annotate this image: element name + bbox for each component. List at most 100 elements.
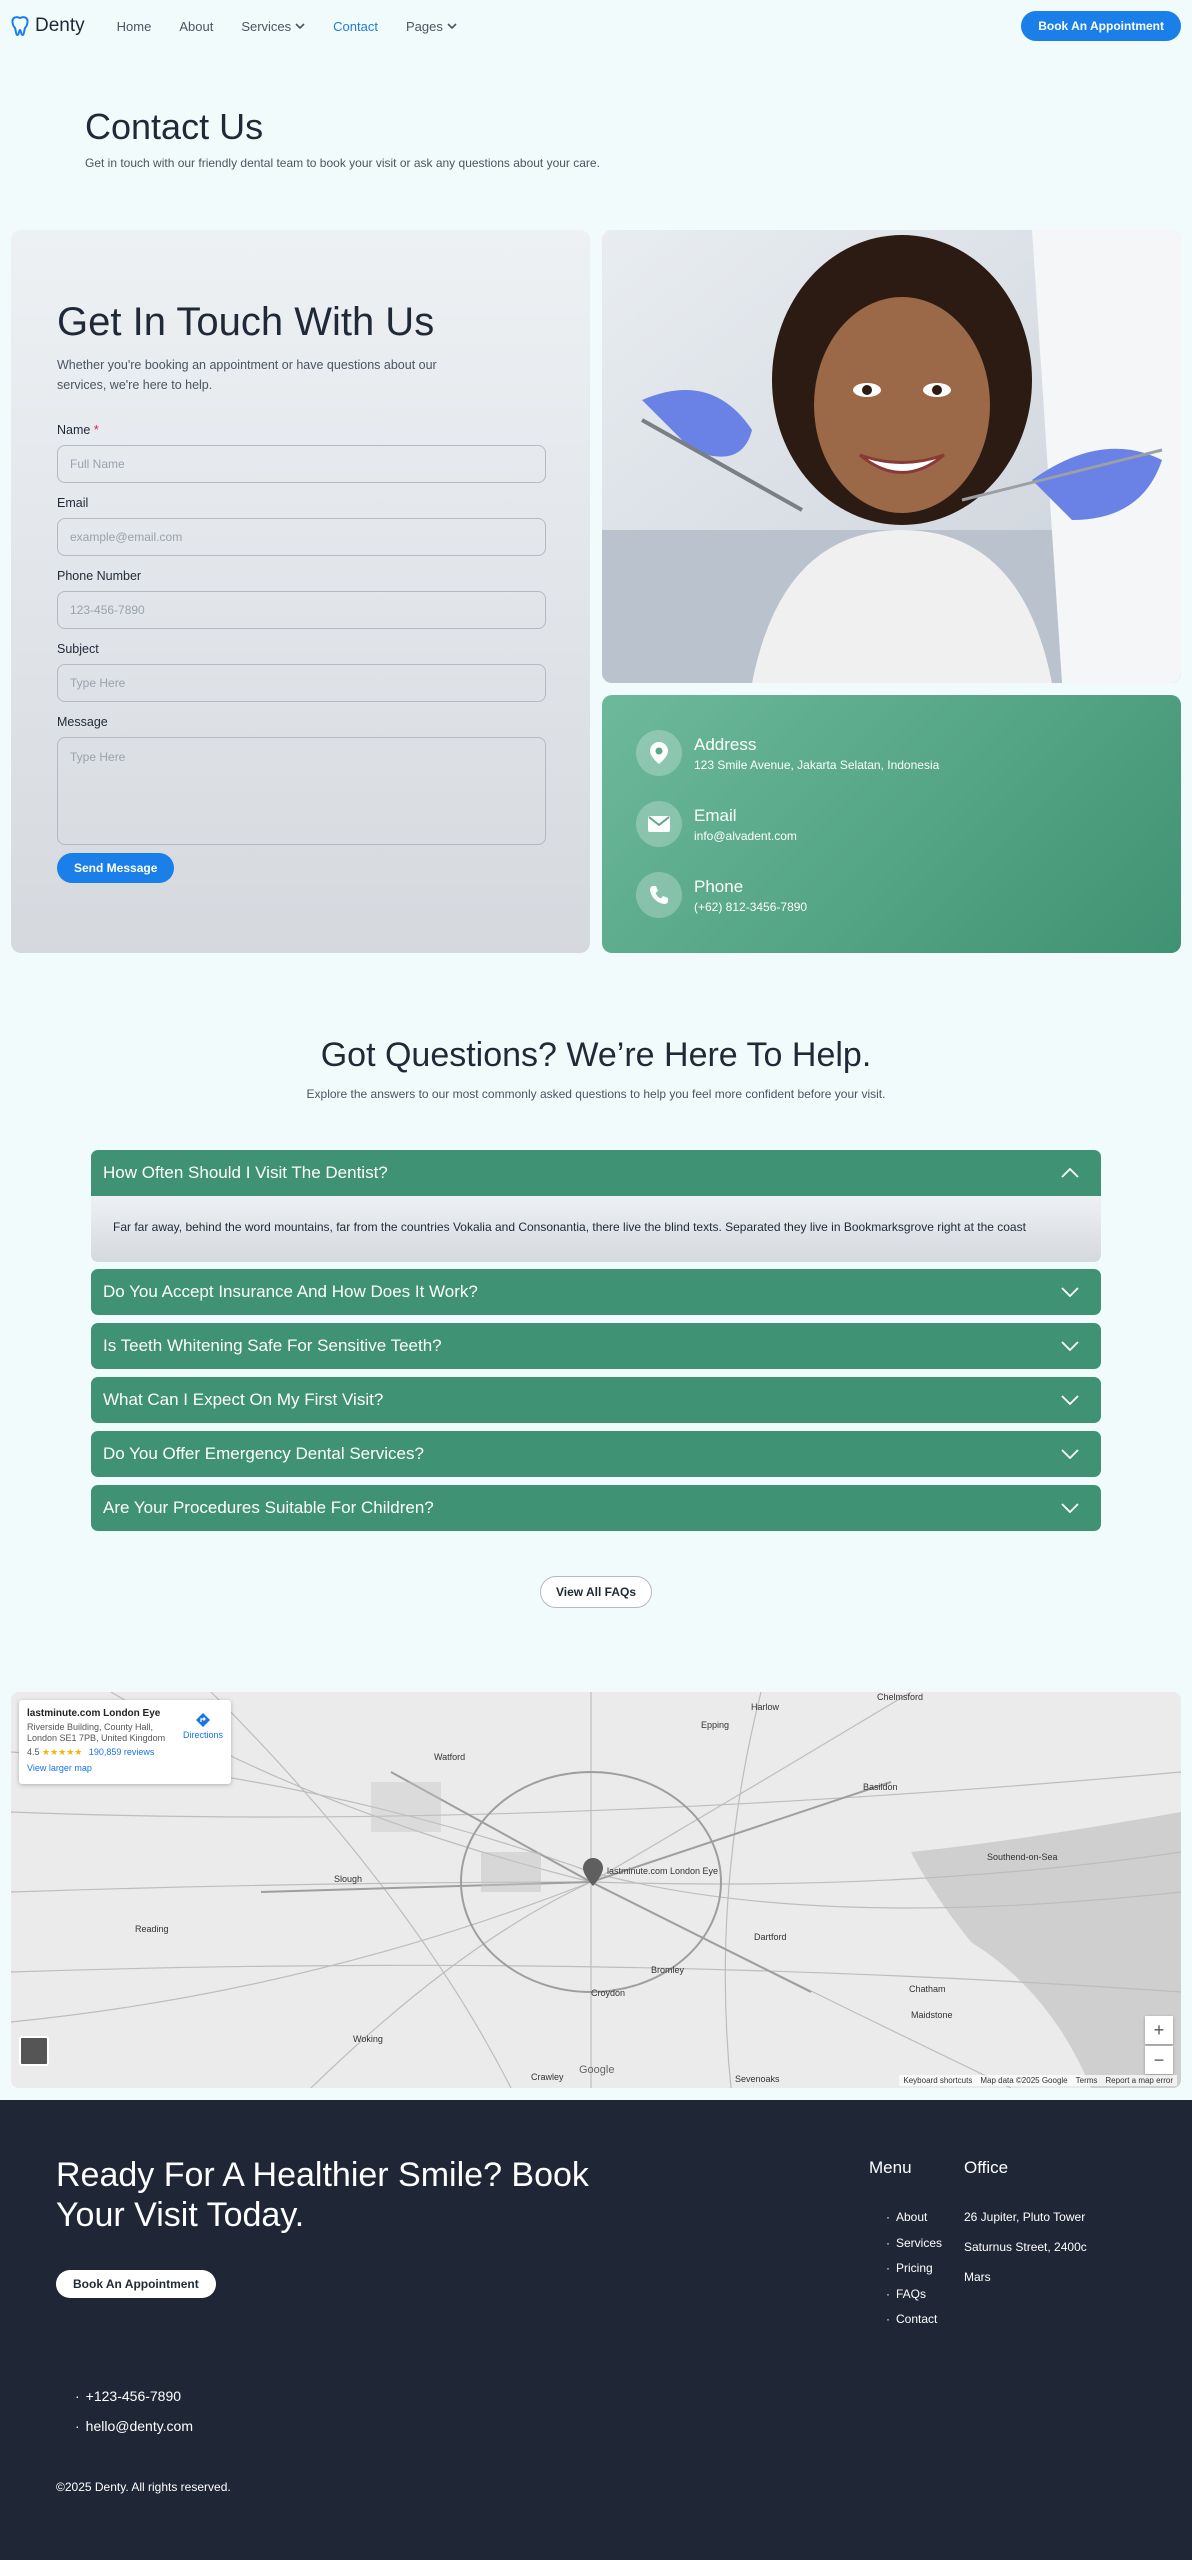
faq-item-4[interactable]: What Can I Expect On My First Visit? bbox=[91, 1377, 1101, 1423]
message-field-group: Message Type Here bbox=[57, 715, 546, 845]
faq-item-3[interactable]: Is Teeth Whitening Safe For Sensitive Te… bbox=[91, 1323, 1101, 1369]
phone-value[interactable]: (+62) 812-3456-7890 bbox=[694, 900, 807, 914]
name-input[interactable]: Full Name bbox=[57, 445, 546, 483]
phone-input[interactable]: 123-456-7890 bbox=[57, 591, 546, 629]
menu-title: Menu bbox=[869, 2158, 912, 2177]
office-line: Mars bbox=[964, 2270, 991, 2284]
contact-email: Email info@alvadent.com bbox=[636, 801, 797, 847]
contact-form-card: Get In Touch With Us Whether you're book… bbox=[11, 230, 590, 953]
map-label: Dartford bbox=[754, 1932, 787, 1942]
nav-about[interactable]: About bbox=[179, 19, 213, 34]
email-value[interactable]: info@alvadent.com bbox=[694, 829, 797, 843]
view-all-faqs-button[interactable]: View All FAQs bbox=[540, 1576, 652, 1608]
map-label: Epping bbox=[701, 1720, 730, 1730]
envelope-icon bbox=[636, 801, 682, 847]
contact-info-card: Address 123 Smile Avenue, Jakarta Selata… bbox=[602, 695, 1181, 953]
map-layer-toggle[interactable] bbox=[19, 2036, 49, 2066]
footer-heading: Ready For A Healthier Smile? Book Your V… bbox=[56, 2156, 589, 2234]
office-title: Office bbox=[964, 2158, 1009, 2177]
chevron-down-icon bbox=[1061, 1287, 1079, 1297]
map-label: Sevenoaks bbox=[735, 2074, 780, 2084]
faq-title: Got Questions? We’re Here To Help. bbox=[320, 1036, 872, 1074]
faq-item-5[interactable]: Do You Offer Emergency Dental Services? bbox=[91, 1431, 1101, 1477]
map-pin-label: lastminute.com London Eye bbox=[607, 1866, 719, 1876]
location-pin-icon bbox=[636, 730, 682, 776]
nav-contact[interactable]: Contact bbox=[333, 19, 378, 34]
copyright: ©2025 Denty. All rights reserved. bbox=[56, 2480, 231, 2494]
faq-question: What Can I Expect On My First Visit? bbox=[103, 1390, 384, 1409]
logo[interactable]: Denty bbox=[11, 15, 85, 37]
view-larger-map-link[interactable]: View larger map bbox=[27, 1763, 223, 1773]
subject-input[interactable]: Type Here bbox=[57, 664, 546, 702]
phone-label: Phone Number bbox=[57, 569, 142, 583]
subject-label: Subject bbox=[57, 642, 99, 656]
email-input[interactable]: example@email.com bbox=[57, 518, 546, 556]
nav-home[interactable]: Home bbox=[117, 19, 152, 34]
phone-field-group: Phone Number 123-456-7890 bbox=[57, 569, 546, 629]
zoom-in-button[interactable]: + bbox=[1145, 2016, 1173, 2044]
faq-question: How Often Should I Visit The Dentist? bbox=[103, 1163, 388, 1182]
send-message-button[interactable]: Send Message bbox=[57, 853, 175, 883]
map-label: Chatham bbox=[909, 1984, 946, 1994]
office-line: Saturnus Street, 2400c bbox=[964, 2240, 1087, 2254]
faq-question: Do You Offer Emergency Dental Services? bbox=[103, 1444, 424, 1463]
chevron-down-icon bbox=[1061, 1449, 1079, 1459]
map-place-card: lastminute.com London Eye Riverside Buil… bbox=[19, 1700, 231, 1784]
map-label: Basildon bbox=[863, 1782, 898, 1792]
email-label: Email bbox=[57, 496, 89, 510]
map-label: Crawley bbox=[531, 2072, 564, 2082]
faq-question: Is Teeth Whitening Safe For Sensitive Te… bbox=[103, 1336, 442, 1355]
map-label: Maidstone bbox=[911, 2010, 953, 2020]
keyboard-shortcuts-link[interactable]: Keyboard shortcuts bbox=[903, 2076, 972, 2085]
footer-link-about[interactable]: About bbox=[886, 2210, 942, 2236]
patient-photo bbox=[602, 230, 1181, 683]
footer-link-services[interactable]: Services bbox=[886, 2236, 942, 2262]
office-line: 26 Jupiter, Pluto Tower bbox=[964, 2210, 1086, 2224]
patient-illustration bbox=[602, 230, 1181, 683]
faq-item-1[interactable]: How Often Should I Visit The Dentist? bbox=[91, 1150, 1101, 1196]
faq-item-2[interactable]: Do You Accept Insurance And How Does It … bbox=[91, 1269, 1101, 1315]
message-textarea[interactable]: Type Here bbox=[57, 737, 546, 845]
footer-link-pricing[interactable]: Pricing bbox=[886, 2261, 942, 2287]
terms-link[interactable]: Terms bbox=[1076, 2076, 1098, 2085]
google-map[interactable]: lastminute.com London Eye Watford Slough… bbox=[11, 1692, 1181, 2088]
faq-item-6[interactable]: Are Your Procedures Suitable For Childre… bbox=[91, 1485, 1101, 1531]
google-logo: Google bbox=[579, 2064, 615, 2076]
footer-link-contact[interactable]: Contact bbox=[886, 2312, 942, 2338]
map-label: Slough bbox=[334, 1874, 363, 1884]
message-label: Message bbox=[57, 715, 108, 729]
footer-link-faqs[interactable]: FAQs bbox=[886, 2287, 942, 2313]
contact-phone: Phone (+62) 812-3456-7890 bbox=[636, 872, 807, 918]
map-label: Reading bbox=[135, 1924, 169, 1934]
subject-field-group: Subject Type Here bbox=[57, 642, 546, 702]
plus-icon: + bbox=[1153, 2019, 1165, 2040]
footer-book-appointment-button[interactable]: Book An Appointment bbox=[56, 2270, 216, 2298]
place-address: Riverside Building, County Hall, London … bbox=[27, 1722, 166, 1743]
form-title: Get In Touch With Us bbox=[57, 300, 435, 344]
footer-phone[interactable]: +123-456-7890 bbox=[75, 2388, 193, 2418]
chevron-down-icon bbox=[295, 22, 305, 29]
logo-text: Denty bbox=[35, 15, 85, 36]
directions-label: Directions bbox=[182, 1730, 223, 1740]
map-label: Bromley bbox=[651, 1965, 685, 1975]
directions-button[interactable]: Directions bbox=[183, 1712, 223, 1740]
map-label: Woking bbox=[353, 2034, 383, 2044]
footer-email[interactable]: hello@denty.com bbox=[75, 2418, 193, 2448]
phone-title: Phone bbox=[694, 876, 744, 896]
map-label: Croydon bbox=[591, 1988, 626, 1998]
chevron-down-icon bbox=[1061, 1341, 1079, 1351]
name-label: Name * bbox=[57, 423, 99, 437]
email-field-group: Email example@email.com bbox=[57, 496, 546, 556]
nav-pages[interactable]: Pages bbox=[406, 19, 457, 34]
footer-menu: About Services Pricing FAQs Contact bbox=[886, 2210, 942, 2338]
faq-question: Do You Accept Insurance And How Does It … bbox=[103, 1282, 478, 1301]
map-label: Watford bbox=[434, 1752, 466, 1762]
book-appointment-button[interactable]: Book An Appointment bbox=[1021, 11, 1181, 41]
office-address: 26 Jupiter, Pluto Tower Saturnus Street,… bbox=[964, 2210, 1087, 2300]
report-error-link[interactable]: Report a map error bbox=[1105, 2076, 1173, 2085]
address-value: 123 Smile Avenue, Jakarta Selatan, Indon… bbox=[694, 757, 940, 772]
directions-icon bbox=[195, 1713, 210, 1727]
nav-services[interactable]: Services bbox=[241, 19, 305, 34]
zoom-out-button[interactable]: − bbox=[1145, 2046, 1173, 2074]
nav-pages-label: Pages bbox=[405, 18, 443, 34]
